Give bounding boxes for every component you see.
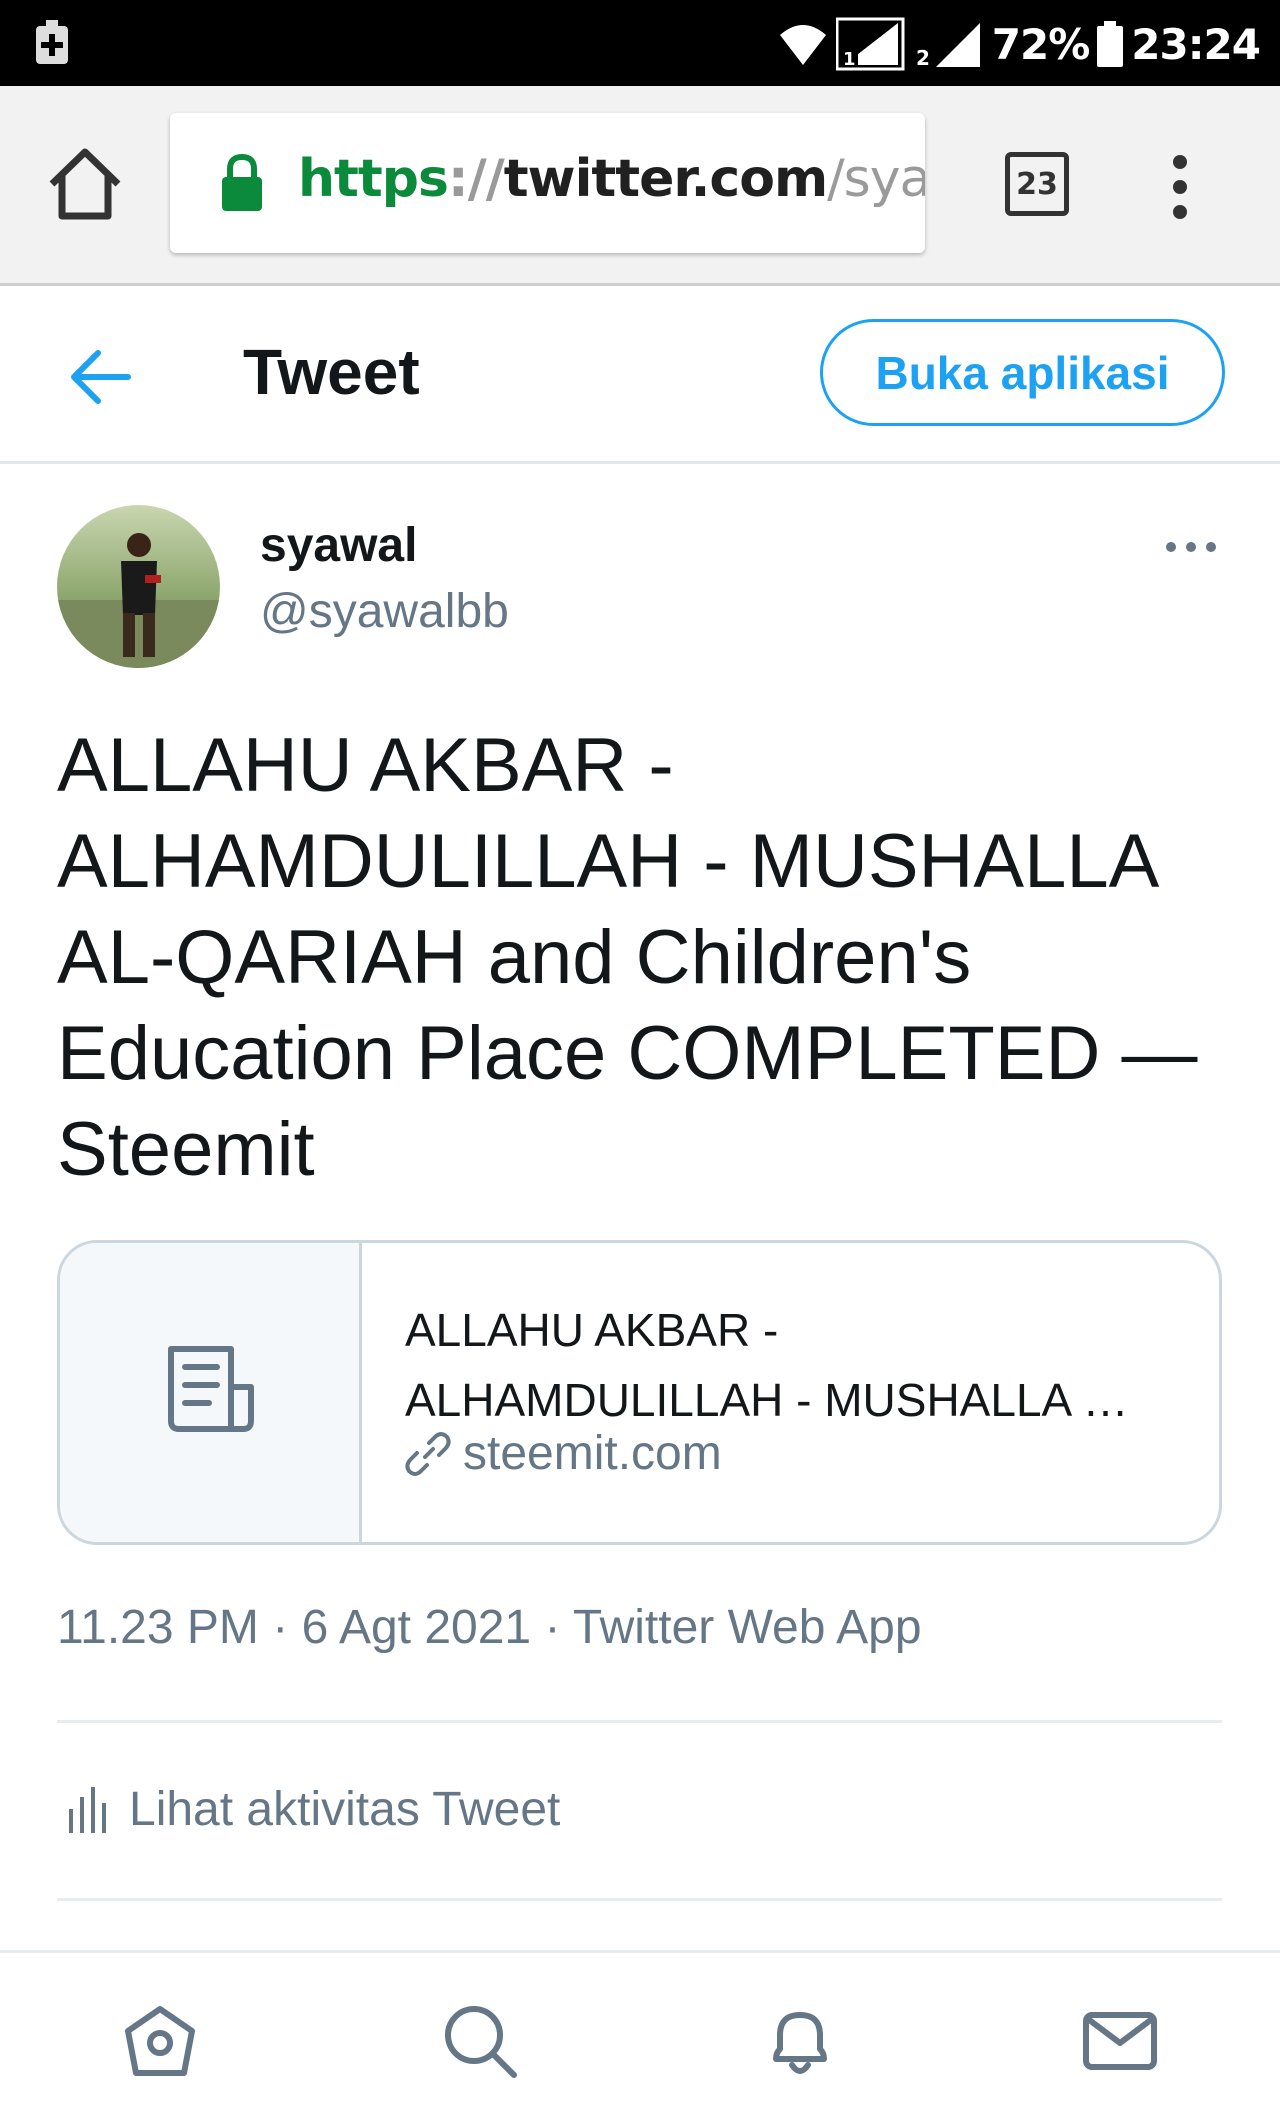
card-title: ALLAHU AKBAR - ALHAMDULILLAH - MUSHALLA …: [405, 1295, 1185, 1435]
clock: 23:24: [1131, 19, 1261, 69]
battery-icon: [1097, 21, 1124, 67]
signal-icon: 1: [835, 17, 905, 71]
card-title-line2: ALHAMDULILLAH - MUSHALLA …: [405, 1374, 1129, 1426]
tweet-header: Tweet Buka aplikasi: [0, 289, 1280, 464]
page-title: Tweet: [243, 336, 420, 408]
bottom-nav: [0, 1950, 1280, 2126]
url-path: /syawc: [827, 149, 925, 209]
url-host: twitter.com: [503, 149, 828, 209]
analytics-icon: [69, 1786, 106, 1833]
messages-icon[interactable]: [1080, 2001, 1160, 2081]
menu-dots-icon[interactable]: [1160, 152, 1200, 222]
add-notification-icon: [36, 20, 68, 64]
search-icon[interactable]: [440, 2001, 520, 2081]
back-arrow-icon[interactable]: [70, 347, 132, 407]
open-app-button[interactable]: Buka aplikasi: [820, 319, 1225, 426]
card-domain: steemit.com: [405, 1426, 722, 1481]
card-domain-text: steemit.com: [463, 1427, 722, 1480]
avatar[interactable]: [57, 505, 220, 668]
link-card[interactable]: ALLAHU AKBAR - ALHAMDULILLAH - MUSHALLA …: [57, 1240, 1222, 1545]
document-icon: [168, 1346, 254, 1432]
author-handle[interactable]: @syawalbb: [260, 584, 509, 639]
wifi-icon: [779, 25, 826, 65]
link-icon: [405, 1431, 451, 1476]
sim2-label: 2: [916, 46, 930, 70]
tweet-activity-link[interactable]: Lihat aktivitas Tweet: [67, 1782, 560, 1837]
home-icon[interactable]: [120, 2001, 200, 2081]
activity-label: Lihat aktivitas Tweet: [129, 1783, 561, 1836]
divider-2: [57, 1898, 1222, 1901]
avatar-image: [57, 505, 220, 668]
notifications-icon[interactable]: [760, 2001, 840, 2081]
battery-percent: 72%: [991, 19, 1091, 69]
tweet-text: ALLAHU AKBAR - ALHAMDULILLAH - MUSHALLA …: [57, 723, 1198, 1192]
sim1-label: 1: [843, 49, 856, 70]
tweet-date[interactable]: 6 Agt 2021: [302, 1601, 532, 1654]
signal-icon-2: 2: [916, 23, 980, 70]
home-icon[interactable]: [44, 142, 126, 224]
card-thumbnail: [60, 1243, 362, 1542]
status-icons: 1 2 72% 23:24: [778, 14, 1261, 74]
tweet-meta: 11.23 PM · 6 Agt 2021 · Twitter Web App: [57, 1600, 922, 1655]
card-title-line1: ALLAHU AKBAR -: [405, 1304, 779, 1356]
author-name[interactable]: syawal: [260, 518, 417, 573]
url-text: https://twitter.com/syawc: [298, 149, 925, 209]
status-bar: 1 2 72% 23:24: [0, 0, 1280, 86]
meta-separator-2: ·: [544, 1601, 561, 1654]
lock-icon: [222, 153, 262, 211]
browser-toolbar: https://twitter.com/syawc 23: [0, 86, 1280, 286]
divider: [57, 1720, 1222, 1723]
url-scheme: https: [298, 149, 449, 209]
address-bar[interactable]: https://twitter.com/syawc: [170, 113, 925, 253]
tweet-source[interactable]: Twitter Web App: [573, 1601, 922, 1654]
url-separator: ://: [447, 149, 505, 209]
meta-separator: ·: [272, 1601, 289, 1654]
more-options-icon[interactable]: [1165, 535, 1217, 559]
tweet-time[interactable]: 11.23 PM: [57, 1601, 259, 1654]
tab-switcher-button[interactable]: 23: [1005, 152, 1069, 216]
tab-count: 23: [1016, 166, 1058, 202]
